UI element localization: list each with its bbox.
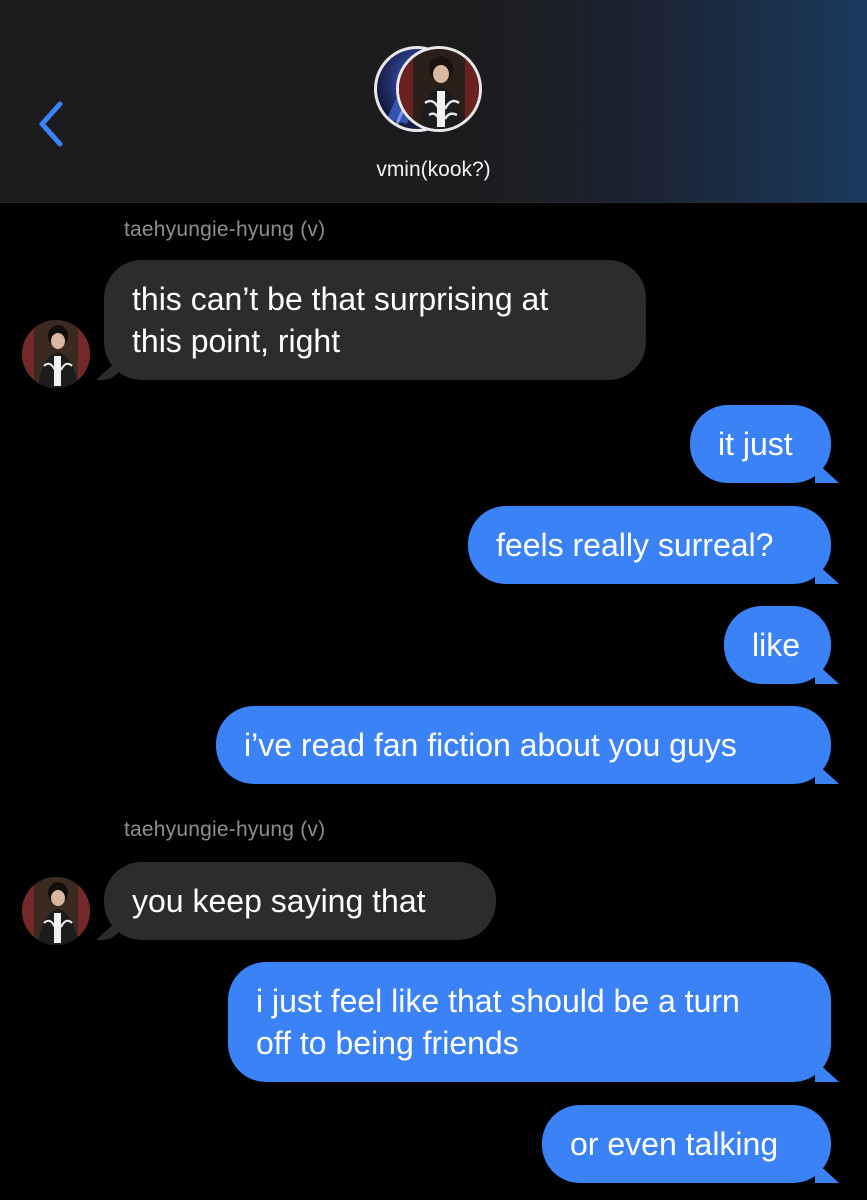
group-name[interactable]: vmin(kook?) <box>0 158 867 182</box>
message-text-line: this can’t be that surprising at <box>132 281 549 317</box>
outgoing-message-bubble[interactable]: i’ve read fan fiction about you guys <box>216 706 831 784</box>
message-text-line: off to being friends <box>256 1025 519 1061</box>
avatar-photo <box>22 877 90 945</box>
group-member-avatar <box>396 46 482 132</box>
outgoing-message-bubble[interactable]: like <box>724 606 831 684</box>
sender-avatar[interactable] <box>22 877 90 945</box>
member-photo <box>399 49 479 129</box>
sender-name: taehyungie-hyung (v) <box>124 218 326 241</box>
outgoing-message-bubble[interactable]: or even talking <box>542 1105 831 1183</box>
message-text-line: this point, right <box>132 323 341 359</box>
group-avatar-stack[interactable] <box>374 46 494 142</box>
avatar-photo <box>22 320 90 388</box>
sender-name: taehyungie-hyung (v) <box>124 818 326 841</box>
message-text-line: you keep saying that <box>132 883 426 919</box>
back-button[interactable] <box>28 96 78 152</box>
message-text-line: i just feel like that should be a turn <box>256 983 740 1019</box>
outgoing-message-bubble[interactable]: feels really surreal? <box>468 506 831 584</box>
outgoing-message-bubble[interactable]: i just feel like that should be a turn o… <box>228 962 831 1082</box>
outgoing-message-bubble[interactable]: it just <box>690 405 831 483</box>
message-text-line: it just <box>718 426 793 462</box>
conversation-header: vmin(kook?) <box>0 0 867 203</box>
chevron-left-icon <box>39 101 63 147</box>
sender-avatar[interactable] <box>22 320 90 388</box>
incoming-message-bubble[interactable]: you keep saying that <box>104 862 496 940</box>
message-text-line: or even talking <box>570 1126 779 1162</box>
message-text-line: i’ve read fan fiction about you guys <box>244 727 737 763</box>
message-text-line: like <box>752 627 801 663</box>
message-text-line: feels really surreal? <box>496 527 774 563</box>
incoming-message-bubble[interactable]: this can’t be that surprising at this po… <box>104 260 646 380</box>
